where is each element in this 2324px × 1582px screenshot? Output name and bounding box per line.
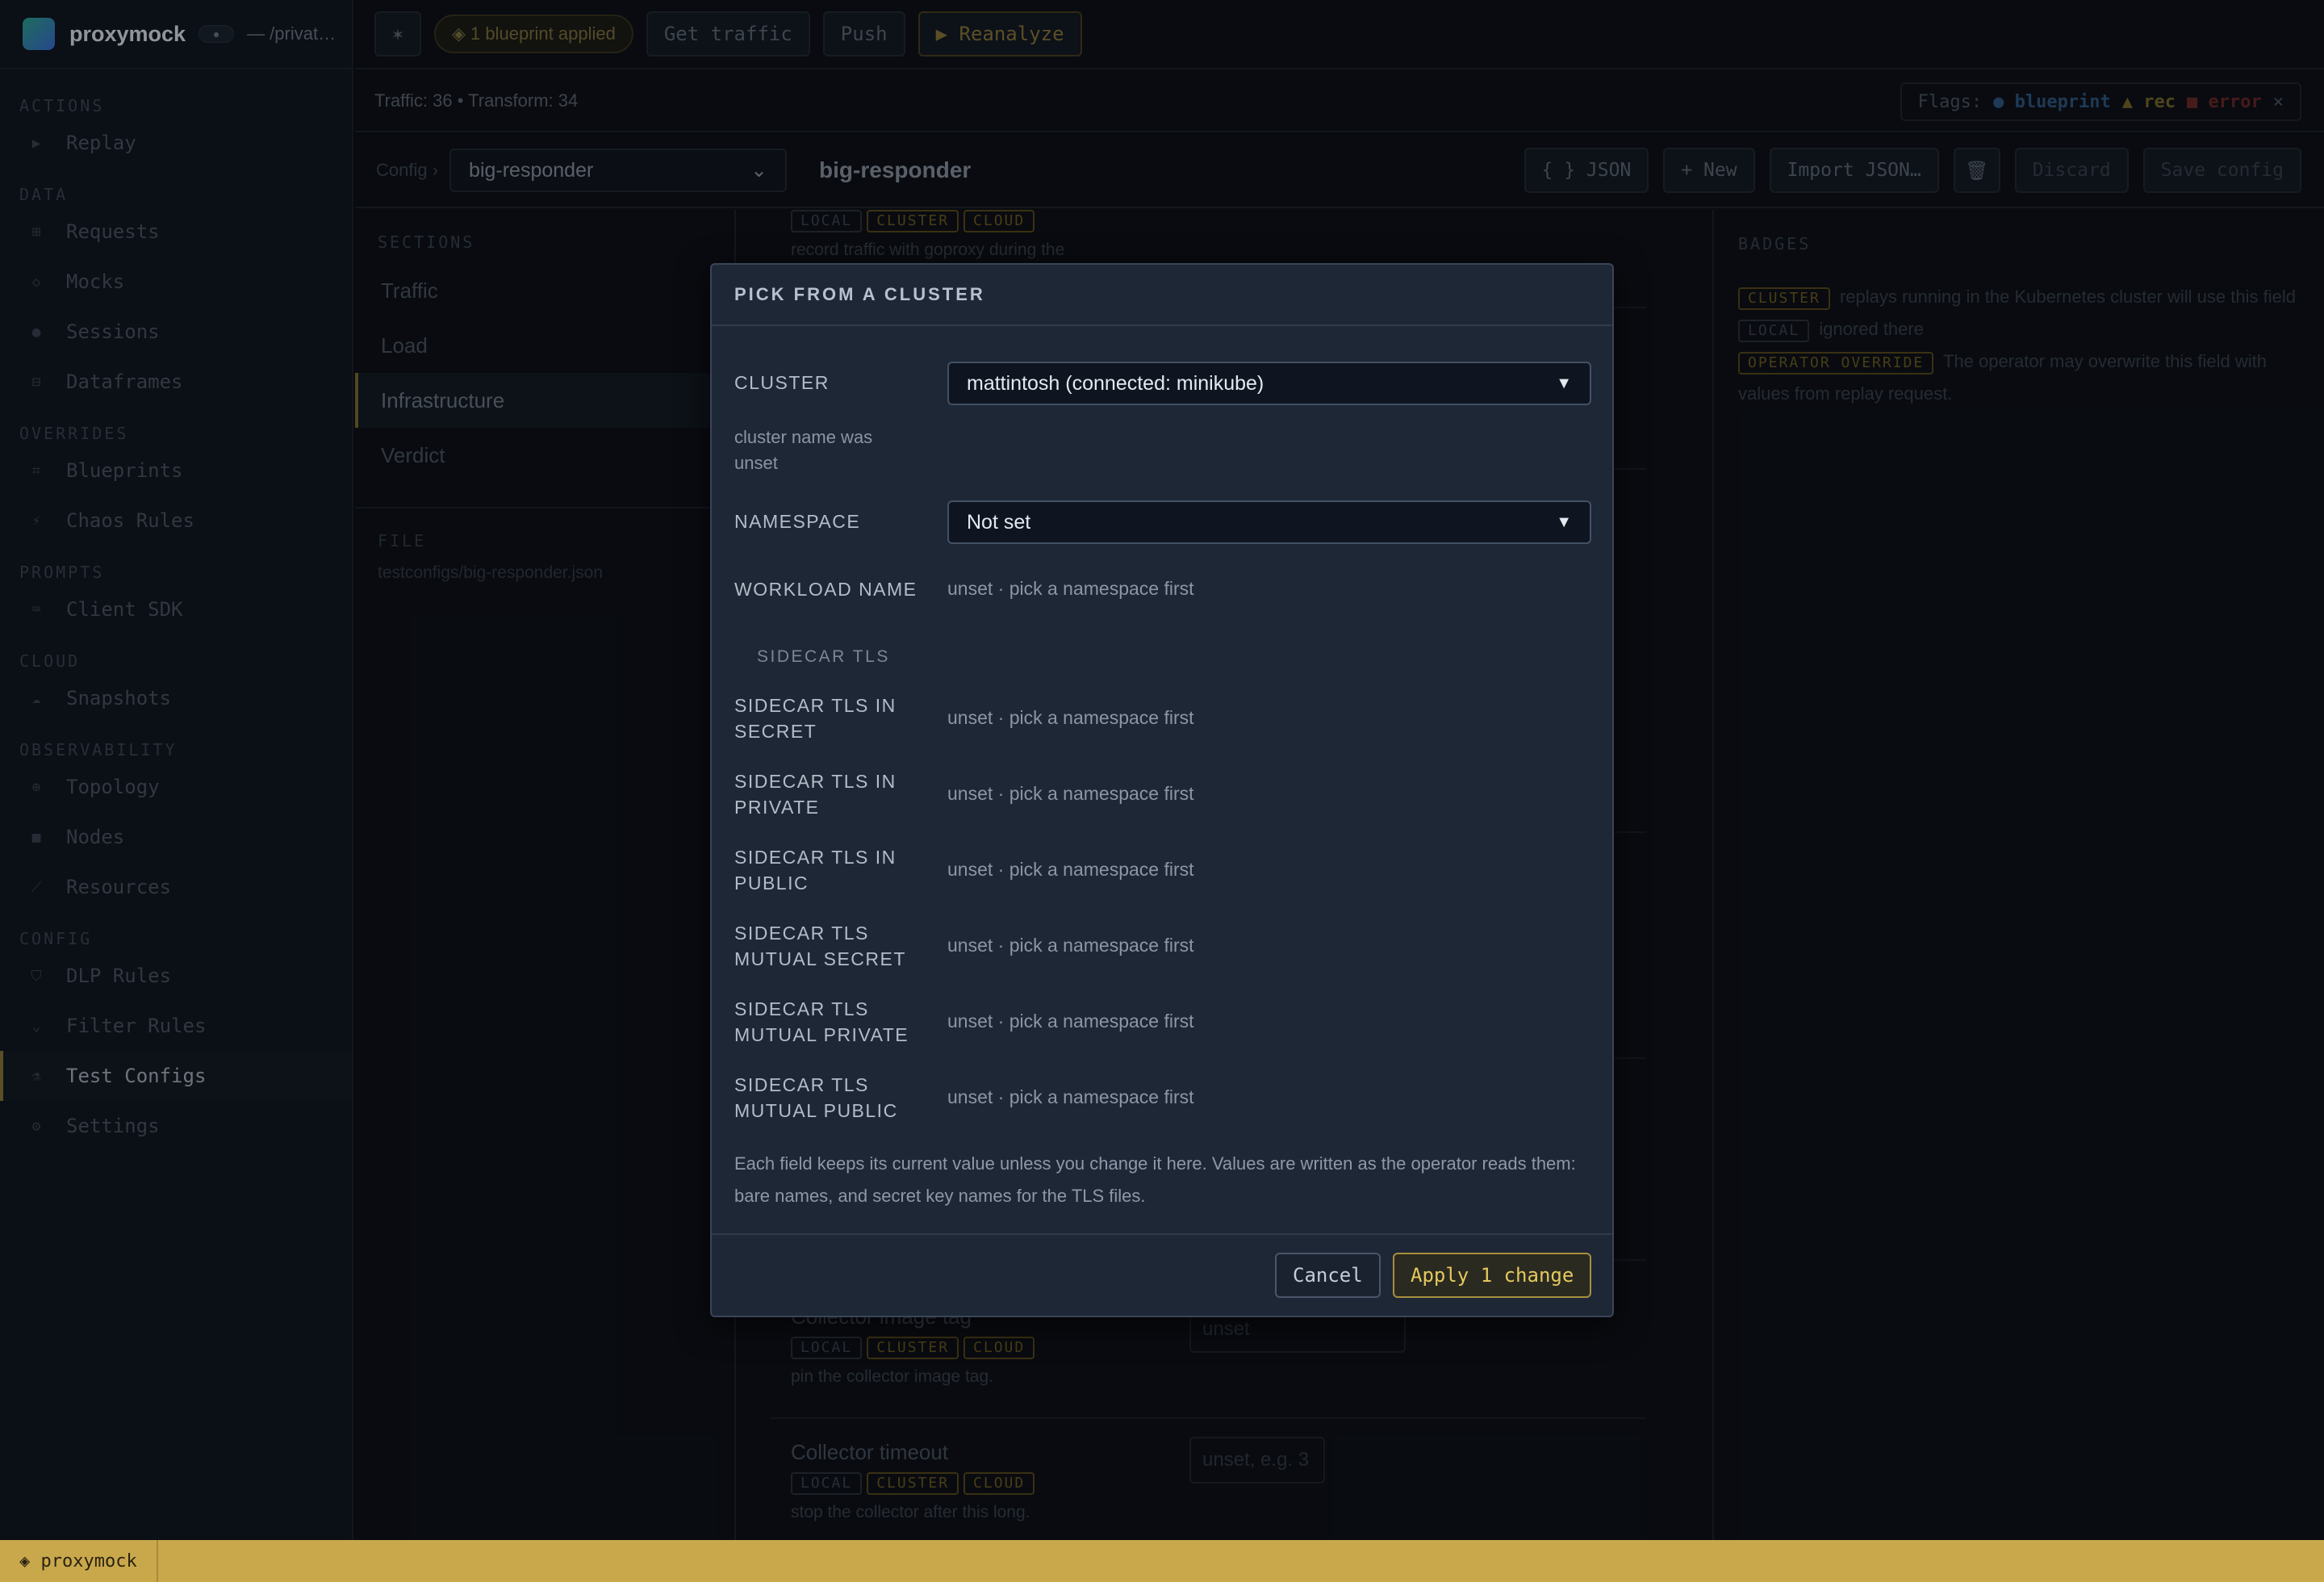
cluster-select[interactable]: mattintosh (connected: minikube) ▼ — [947, 362, 1591, 405]
tls-field-value: unset · pick a namespace first — [947, 783, 1194, 804]
namespace-select[interactable]: Not set ▼ — [947, 500, 1591, 544]
dialog-title: PICK FROM A CLUSTER — [712, 265, 1612, 326]
dialog-footer: Cancel Apply 1 change — [712, 1233, 1612, 1316]
tls-field-value: unset · pick a namespace first — [947, 1011, 1194, 1032]
workload-label: WORKLOAD NAME — [734, 579, 917, 600]
sidecar-tls-heading: SIDECAR TLS — [757, 647, 890, 666]
tls-field-label: SIDECAR TLS MUTUAL PUBLIC — [734, 1074, 898, 1121]
tls-field-label: SIDECAR TLS IN PUBLIC — [734, 847, 897, 894]
namespace-label: NAMESPACE — [734, 511, 861, 532]
tls-field-label: SIDECAR TLS MUTUAL PRIVATE — [734, 998, 909, 1045]
cluster-select-value: mattintosh (connected: minikube) — [967, 371, 1264, 395]
tls-field-value: unset · pick a namespace first — [947, 1086, 1194, 1107]
cluster-help-text: cluster name was unset — [734, 427, 873, 473]
chevron-down-icon: ▼ — [1556, 374, 1572, 392]
tls-field-value: unset · pick a namespace first — [947, 859, 1194, 880]
apply-change-button[interactable]: Apply 1 change — [1393, 1253, 1592, 1298]
cluster-label: CLUSTER — [734, 372, 830, 393]
tls-field-label: SIDECAR TLS IN PRIVATE — [734, 771, 897, 818]
pick-cluster-dialog: PICK FROM A CLUSTER CLUSTER mattintosh (… — [710, 263, 1614, 1317]
chevron-down-icon: ▼ — [1556, 513, 1572, 531]
footer-brand-tag[interactable]: ◈ proxymock — [0, 1540, 158, 1582]
tls-field-label: SIDECAR TLS MUTUAL SECRET — [734, 923, 906, 969]
status-footer: ◈ proxymock — [0, 1540, 2324, 1582]
dialog-note: Each field keeps its current value unles… — [734, 1153, 1576, 1206]
workload-value: unset · pick a namespace first — [947, 578, 1194, 599]
cancel-button[interactable]: Cancel — [1275, 1253, 1381, 1298]
tls-field-label: SIDECAR TLS IN SECRET — [734, 695, 897, 742]
tls-field-value: unset · pick a namespace first — [947, 707, 1194, 728]
tls-field-value: unset · pick a namespace first — [947, 935, 1194, 956]
namespace-select-value: Not set — [967, 510, 1031, 534]
